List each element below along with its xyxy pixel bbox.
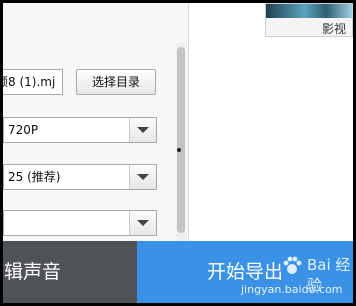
- resolution-dropdown-button[interactable]: [129, 118, 156, 142]
- thumbnail-label: 影视: [321, 22, 346, 36]
- app-window: 频8 (1).mj 选择目录 720P 25 (推荐): [3, 3, 353, 303]
- output-path-input[interactable]: 频8 (1).mj: [3, 69, 63, 95]
- bottom-action-bar: 编辑声音 开始导出 Bai 经验 jingyan.baidu.com: [3, 241, 353, 303]
- resolution-select[interactable]: 720P: [3, 117, 157, 143]
- scrollbar-thumb[interactable]: [177, 47, 185, 233]
- chevron-down-icon: [137, 220, 149, 226]
- chevron-down-icon: [137, 127, 149, 133]
- watermark-url: jingyan.baidu.com: [241, 283, 343, 296]
- start-export-button[interactable]: 开始导出 Bai 经验 jingyan.baidu.com: [137, 241, 353, 303]
- output-path-value: 频8 (1).mj: [3, 75, 56, 89]
- edit-audio-label: 编辑声音: [3, 261, 62, 283]
- paw-logo-icon: [283, 256, 302, 274]
- quality-dropdown-button[interactable]: [129, 211, 156, 235]
- resolution-value: 720P: [8, 123, 39, 137]
- settings-panel: 频8 (1).mj 选择目录 720P 25 (推荐): [3, 3, 189, 241]
- edit-audio-button[interactable]: 编辑声音: [3, 241, 137, 303]
- framerate-dropdown-button[interactable]: [129, 165, 156, 189]
- framerate-select[interactable]: 25 (推荐): [3, 164, 157, 190]
- chevron-down-icon: [137, 174, 149, 180]
- media-thumbnail[interactable]: 影视: [265, 3, 353, 37]
- choose-directory-button[interactable]: 选择目录: [76, 69, 156, 95]
- thumbnail-image: [266, 4, 352, 18]
- quality-select[interactable]: [3, 210, 157, 236]
- splitter-handle[interactable]: [177, 148, 181, 152]
- framerate-value: 25 (推荐): [8, 170, 61, 184]
